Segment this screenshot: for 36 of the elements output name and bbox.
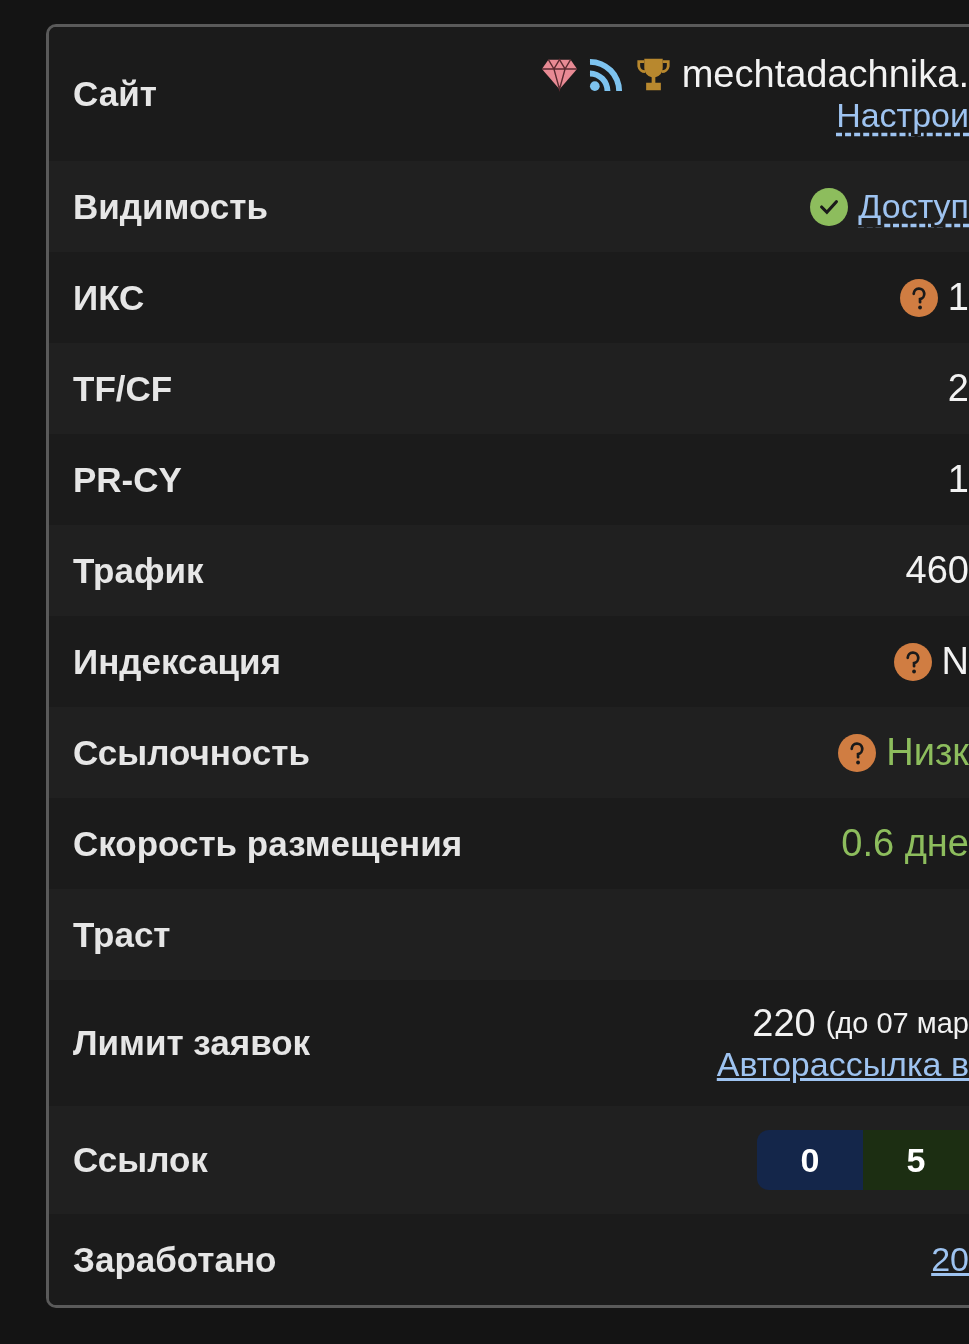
rss-icon (587, 57, 625, 92)
field-label: Ссылочность (73, 732, 310, 773)
help-icon[interactable] (893, 642, 932, 681)
diamond-icon (540, 57, 578, 92)
field-label: Траст (73, 914, 171, 955)
field-label: Видимость (73, 186, 268, 227)
field-label: Ссылок (73, 1140, 208, 1180)
settings-link[interactable]: Настрои (836, 96, 969, 135)
autosend-link[interactable]: Авторассылка в (716, 1045, 969, 1084)
help-icon[interactable] (838, 733, 877, 772)
field-value: 460 (905, 549, 969, 592)
field-label: ИКС (73, 277, 145, 318)
count-badge: 0 (757, 1130, 863, 1190)
trophy-icon (634, 57, 672, 92)
earned-link[interactable]: 20 (931, 1240, 969, 1279)
limit-count: 220 (752, 1002, 816, 1045)
field-value: 0.6 дне (841, 822, 969, 865)
field-value: Низк (886, 731, 969, 774)
field-value: N (941, 640, 969, 683)
field-label: Скорость размещения (73, 823, 463, 864)
help-icon[interactable] (899, 278, 938, 317)
site-name: mechtadachnika. (681, 53, 969, 96)
field-label: PR-CY (73, 459, 182, 500)
field-label: Сайт (73, 74, 157, 114)
field-label: TF/CF (73, 368, 173, 409)
field-label: Индексация (73, 641, 281, 682)
count-badge: 5 (863, 1130, 969, 1190)
field-label: Трафик (73, 550, 204, 591)
field-value: 2 (947, 367, 969, 410)
field-label: Лимит заявок (73, 1023, 311, 1063)
check-icon (810, 187, 849, 226)
limit-note: (до 07 мар (825, 1007, 969, 1040)
status-link[interactable]: Доступ (858, 187, 969, 226)
field-value: 1 (947, 276, 969, 319)
field-value: 1 (947, 458, 969, 501)
field-label: Заработано (73, 1239, 277, 1280)
